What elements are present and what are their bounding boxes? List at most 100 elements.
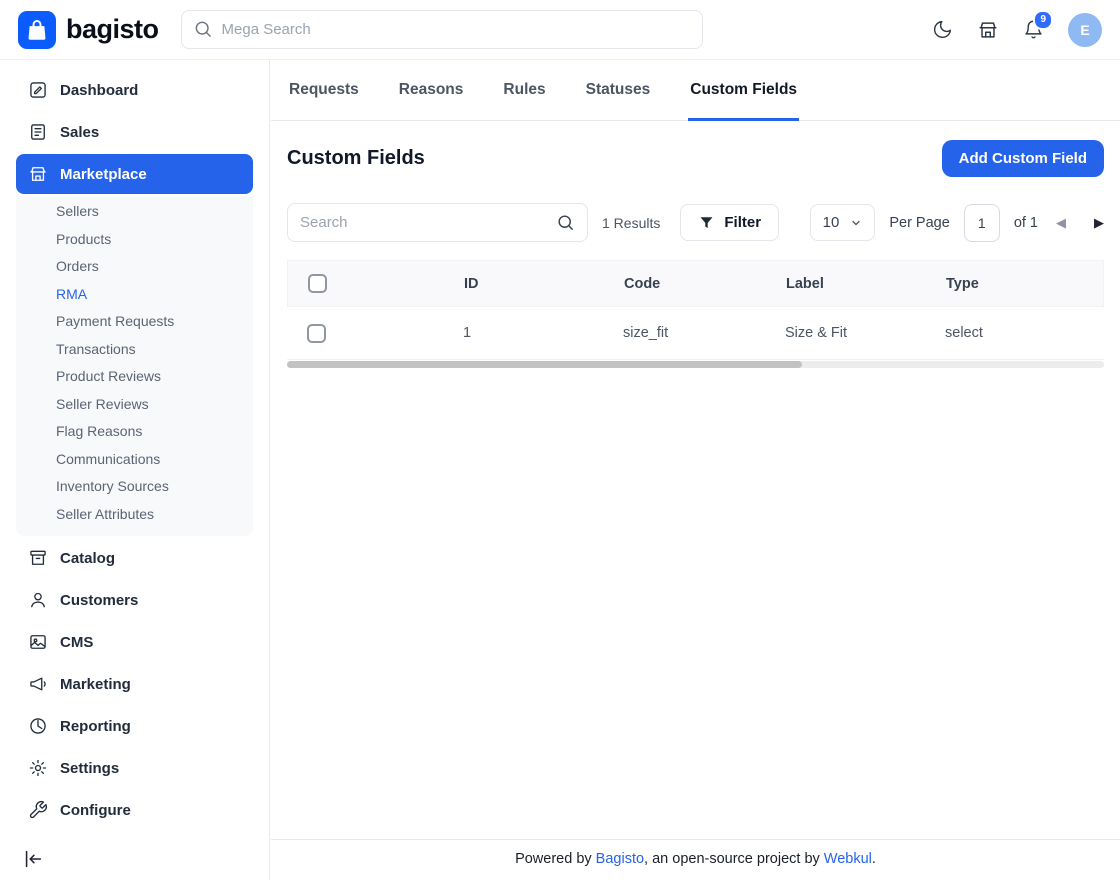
sidebar-item-configure[interactable]: Configure bbox=[16, 790, 253, 830]
add-custom-field-button[interactable]: Add Custom Field bbox=[942, 140, 1104, 177]
previous-page-button[interactable]: ◀ bbox=[1056, 215, 1066, 231]
sidebar-item-label: Customers bbox=[60, 592, 138, 609]
sidebar-item-label: Catalog bbox=[60, 550, 115, 567]
dark-mode-toggle[interactable] bbox=[932, 19, 953, 40]
reporting-icon bbox=[28, 716, 48, 736]
footer-text-prefix: Powered by bbox=[515, 851, 596, 867]
sidebar-subitem-transactions[interactable]: Transactions bbox=[16, 336, 253, 364]
marketing-icon bbox=[28, 674, 48, 694]
per-page-label: Per Page bbox=[889, 215, 949, 231]
sidebar-item-reporting[interactable]: Reporting bbox=[16, 706, 253, 746]
search-icon bbox=[193, 19, 213, 39]
brand-name: bagisto bbox=[66, 14, 159, 45]
sidebar-subitem-communications[interactable]: Communications bbox=[16, 446, 253, 474]
datagrid-toolbar: 1 Results Filter 10 Per Page bbox=[271, 191, 1120, 242]
notification-badge: 9 bbox=[1033, 10, 1053, 30]
store-icon bbox=[977, 19, 999, 41]
user-avatar[interactable]: E bbox=[1068, 13, 1102, 47]
app-root: bagisto bbox=[0, 0, 1120, 60]
main-content: Requests Reasons Rules Statuses Custom F… bbox=[271, 60, 1120, 880]
custom-fields-table: ID Code Label Type 1 size_fit Size & Fit… bbox=[287, 260, 1104, 368]
chevron-down-icon bbox=[850, 217, 862, 229]
mega-search-input[interactable] bbox=[181, 10, 703, 49]
customers-icon bbox=[28, 590, 48, 610]
sidebar-item-label: Sales bbox=[60, 124, 99, 141]
column-header-label[interactable]: Label bbox=[786, 276, 946, 292]
cell-label: Size & Fit bbox=[785, 325, 945, 341]
sidebar-item-marketing[interactable]: Marketing bbox=[16, 664, 253, 704]
grid-search-input[interactable] bbox=[287, 203, 588, 242]
next-page-button[interactable]: ▶ bbox=[1094, 215, 1104, 231]
sidebar-item-marketplace[interactable]: Marketplace bbox=[16, 154, 253, 194]
sidebar-subitem-flag-reasons[interactable]: Flag Reasons bbox=[16, 418, 253, 446]
collapse-sidebar-icon bbox=[22, 848, 44, 870]
cell-code: size_fit bbox=[623, 325, 785, 341]
sidebar-item-label: Marketplace bbox=[60, 166, 147, 183]
catalog-icon bbox=[28, 548, 48, 568]
sidebar-subitem-sellers[interactable]: Sellers bbox=[16, 198, 253, 226]
footer: Powered by Bagisto, an open-source proje… bbox=[271, 839, 1120, 880]
marketplace-submenu: Sellers Products Orders RMA Payment Requ… bbox=[16, 196, 253, 536]
search-icon[interactable] bbox=[556, 213, 575, 232]
sidebar-item-catalog[interactable]: Catalog bbox=[16, 538, 253, 578]
sidebar-item-dashboard[interactable]: Dashboard bbox=[16, 70, 253, 110]
column-header-id[interactable]: ID bbox=[464, 276, 624, 292]
visit-store-button[interactable] bbox=[977, 19, 999, 41]
tab-bar: Requests Reasons Rules Statuses Custom F… bbox=[271, 60, 1120, 121]
page-of-text: of 1 bbox=[1014, 215, 1038, 231]
footer-text-suffix: . bbox=[872, 851, 876, 867]
cell-id: 1 bbox=[463, 325, 623, 341]
filter-icon bbox=[698, 214, 715, 231]
pagination: ◀ ▶ bbox=[1056, 215, 1104, 231]
column-header-code[interactable]: Code bbox=[624, 276, 786, 292]
page-number-input[interactable] bbox=[964, 204, 1000, 242]
page-header: Custom Fields Add Custom Field bbox=[271, 121, 1120, 191]
cell-type: select bbox=[945, 325, 1104, 341]
sidebar-subitem-rma[interactable]: RMA bbox=[16, 281, 253, 309]
page-title: Custom Fields bbox=[287, 147, 425, 170]
sidebar-item-cms[interactable]: CMS bbox=[16, 622, 253, 662]
brand-logo[interactable]: bagisto bbox=[18, 11, 159, 49]
row-select-checkbox[interactable] bbox=[307, 324, 326, 343]
mega-search bbox=[181, 10, 703, 49]
sales-icon bbox=[28, 122, 48, 142]
dashboard-icon bbox=[28, 80, 48, 100]
sidebar-item-label: Reporting bbox=[60, 718, 131, 735]
topbar-actions: 9 E bbox=[932, 13, 1102, 47]
results-count: 1 Results bbox=[602, 215, 660, 231]
sidebar-subitem-product-reviews[interactable]: Product Reviews bbox=[16, 363, 253, 391]
top-header: bagisto bbox=[0, 0, 1120, 60]
webkul-link[interactable]: Webkul bbox=[824, 851, 872, 867]
column-header-type[interactable]: Type bbox=[946, 276, 1103, 292]
horizontal-scrollbar-thumb[interactable] bbox=[287, 361, 802, 368]
sidebar-item-customers[interactable]: Customers bbox=[16, 580, 253, 620]
sidebar-item-label: Marketing bbox=[60, 676, 131, 693]
grid-search bbox=[287, 203, 588, 242]
tab-rules[interactable]: Rules bbox=[501, 60, 547, 121]
sidebar-subitem-seller-attributes[interactable]: Seller Attributes bbox=[16, 501, 253, 529]
table-header-row: ID Code Label Type bbox=[287, 260, 1104, 307]
filter-button[interactable]: Filter bbox=[680, 204, 779, 241]
sidebar-subitem-products[interactable]: Products bbox=[16, 226, 253, 254]
sidebar-collapse-button[interactable] bbox=[22, 848, 44, 870]
bagisto-link[interactable]: Bagisto bbox=[596, 851, 644, 867]
table-row[interactable]: 1 size_fit Size & Fit select bbox=[287, 307, 1104, 360]
sidebar-subitem-orders[interactable]: Orders bbox=[16, 253, 253, 281]
tab-reasons[interactable]: Reasons bbox=[397, 60, 466, 121]
notifications-button[interactable]: 9 bbox=[1023, 19, 1044, 40]
sidebar-item-settings[interactable]: Settings bbox=[16, 748, 253, 788]
avatar-initial: E bbox=[1080, 22, 1089, 38]
tab-custom-fields[interactable]: Custom Fields bbox=[688, 60, 799, 121]
sidebar-subitem-payment-requests[interactable]: Payment Requests bbox=[16, 308, 253, 336]
tab-statuses[interactable]: Statuses bbox=[584, 60, 653, 121]
per-page-value: 10 bbox=[823, 214, 840, 231]
tab-requests[interactable]: Requests bbox=[287, 60, 361, 121]
select-all-checkbox[interactable] bbox=[308, 274, 327, 293]
sidebar-subitem-inventory-sources[interactable]: Inventory Sources bbox=[16, 473, 253, 501]
footer-text-middle: , an open-source project by bbox=[644, 851, 824, 867]
sidebar-subitem-seller-reviews[interactable]: Seller Reviews bbox=[16, 391, 253, 419]
bagisto-logo-icon bbox=[18, 11, 56, 49]
per-page-select[interactable]: 10 bbox=[810, 204, 876, 241]
sidebar-item-sales[interactable]: Sales bbox=[16, 112, 253, 152]
sidebar: Dashboard Sales Marketplace Sellers Prod… bbox=[0, 60, 270, 880]
